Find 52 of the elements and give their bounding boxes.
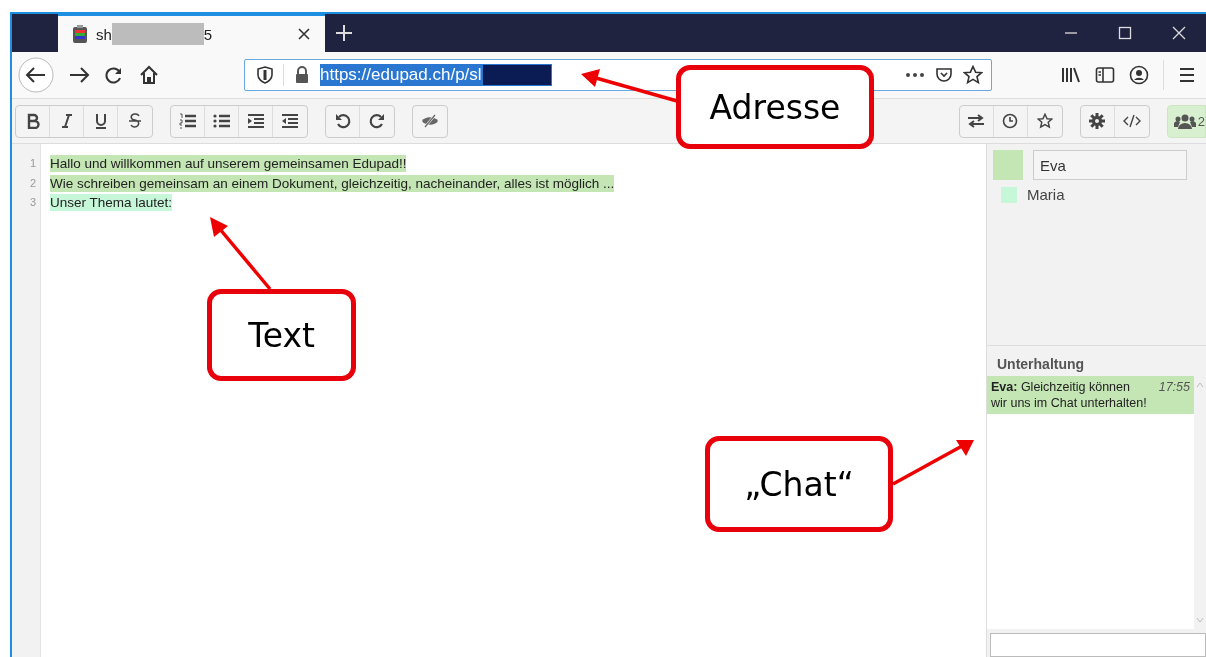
swap-icon	[967, 114, 986, 128]
tab-title: 5	[203, 25, 213, 43]
message-time: 17:55	[1158, 379, 1190, 395]
star-icon	[1036, 113, 1053, 129]
user-color-swatch[interactable]	[993, 150, 1023, 180]
account-icon[interactable]	[1129, 65, 1149, 85]
callout-tooltip: „Chat“	[705, 436, 893, 532]
callout-tooltip: Text	[207, 289, 356, 381]
outdent-icon	[281, 113, 299, 129]
more-icon[interactable]	[905, 72, 925, 78]
clipboard-icon	[72, 25, 88, 43]
bullet-list-icon	[212, 113, 231, 129]
sidebar-icon[interactable]	[1095, 66, 1115, 84]
lock-icon	[294, 66, 310, 84]
star-icon[interactable]	[963, 65, 983, 85]
italic-icon	[59, 113, 74, 129]
chat-title: Unterhaltung	[996, 355, 1086, 374]
numbered-list-icon	[178, 113, 197, 129]
browser-tab[interactable]: sh 5	[58, 14, 325, 52]
settings-icon	[1089, 113, 1106, 129]
bold-icon	[25, 113, 40, 129]
line-number: 2	[28, 175, 37, 191]
reload-icon[interactable]	[104, 65, 124, 85]
tab-title: sh	[96, 25, 112, 43]
home-icon[interactable]	[138, 64, 160, 86]
line-number: 1	[28, 156, 37, 171]
library-icon[interactable]	[1061, 66, 1081, 84]
maximize-icon[interactable]	[1118, 26, 1132, 40]
line-number: 3	[28, 195, 37, 210]
menu-icon[interactable]	[1178, 67, 1196, 83]
redo-icon	[369, 113, 385, 129]
pocket-icon[interactable]	[935, 66, 953, 84]
name-field[interactable]: Eva	[1033, 150, 1187, 180]
new-tab-icon[interactable]	[335, 24, 353, 42]
underline-icon	[93, 113, 108, 129]
url-text: https://edupad.ch/p/sl	[320, 64, 482, 86]
users-icon	[1173, 113, 1196, 129]
clock-icon	[1002, 113, 1019, 129]
close-icon[interactable]	[297, 27, 311, 41]
chat-input-field[interactable]	[990, 633, 1206, 657]
message-text: Eva: Gleichzeitig können wir uns im Chat unterhalten!	[991, 380, 1147, 410]
callout-tooltip: Adresse	[676, 65, 874, 149]
eye-slash-icon	[421, 114, 439, 128]
undo-icon	[334, 113, 351, 129]
strikethrough-icon	[128, 113, 142, 129]
indent-icon	[246, 113, 265, 129]
user-name: Maria	[1027, 186, 1065, 203]
code-icon	[1122, 114, 1141, 128]
shield-icon	[257, 66, 273, 84]
users-button[interactable]: 2	[1166, 104, 1206, 138]
redaction-bar	[481, 64, 552, 86]
back-icon[interactable]	[18, 57, 54, 93]
